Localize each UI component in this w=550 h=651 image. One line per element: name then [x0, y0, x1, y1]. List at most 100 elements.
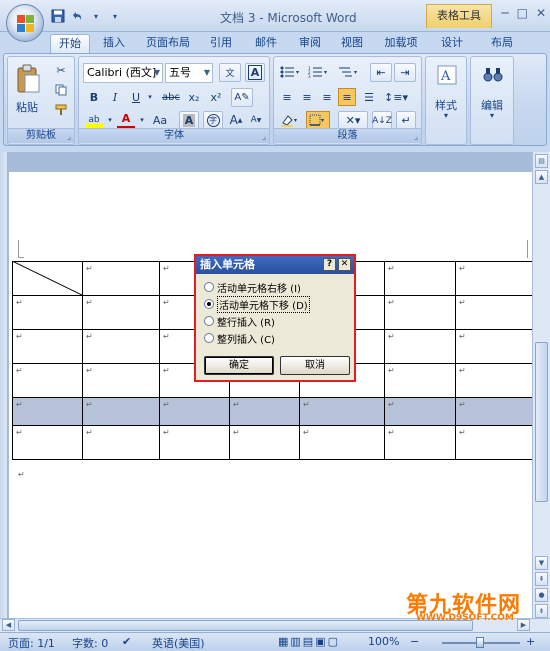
table-cell[interactable]: ↵ [384, 363, 456, 398]
customize-quick-access-icon[interactable]: ▾ [107, 8, 123, 24]
table-cell[interactable]: ↵ [82, 425, 160, 460]
browse-object-icon[interactable]: ● [535, 588, 548, 602]
scroll-up-icon[interactable]: ▲ [535, 170, 548, 184]
scroll-down-icon[interactable]: ▼ [535, 556, 548, 570]
table-cell[interactable]: ↵ [12, 397, 83, 426]
cancel-button[interactable]: 取消 [280, 356, 350, 375]
minimize-button[interactable]: ─ [501, 6, 508, 20]
undo-icon[interactable] [69, 8, 85, 24]
paragraph-launcher-icon[interactable]: ⌟ [414, 132, 418, 141]
table-cell[interactable]: ↵ [384, 425, 456, 460]
table-cell[interactable]: ↵ [229, 425, 300, 460]
page-count[interactable]: 页面: 1/1 [8, 635, 55, 651]
distributed-icon[interactable]: ☰ [360, 88, 378, 106]
table-cell[interactable]: ↵ [82, 397, 160, 426]
proofing-icon[interactable]: ✔ [122, 635, 131, 648]
table-cell[interactable]: ↵ [384, 295, 456, 330]
close-window-button[interactable]: ✕ [536, 6, 546, 20]
italic-button[interactable]: I [106, 88, 124, 106]
font-launcher-icon[interactable]: ⌟ [262, 132, 266, 141]
radio-entire-column[interactable] [204, 333, 214, 343]
maximize-button[interactable]: □ [517, 6, 528, 20]
table-cell[interactable]: ↵ [229, 397, 300, 426]
option-shift-down[interactable]: 活动单元格下移 (D) [204, 295, 310, 313]
grow-font-button[interactable]: A ▲ [227, 111, 245, 129]
table-cell[interactable]: ↵ [82, 329, 160, 364]
option-shift-right[interactable]: 活动单元格右移 (I) [204, 280, 301, 295]
editing-dropdown-icon[interactable]: ▾ [471, 111, 513, 120]
scroll-thumb[interactable] [535, 342, 548, 502]
table-cell[interactable]: ↵ [12, 329, 83, 364]
tab-review[interactable]: 审阅 [292, 34, 328, 54]
undo-dropdown-icon[interactable]: ▾ [88, 8, 104, 24]
table-cell[interactable]: ↵ [82, 363, 160, 398]
language-indicator[interactable]: 英语(美国) [152, 635, 205, 651]
strikethrough-button[interactable]: abc [159, 88, 183, 106]
multilevel-list-icon[interactable]: ▾ [336, 63, 362, 81]
font-name-combo[interactable]: Calibri (西文] ▼ [83, 63, 163, 83]
bold-button[interactable]: B [85, 88, 103, 106]
phonetic-guide-button[interactable]: 文 [219, 63, 241, 82]
table-cell[interactable]: ↵ [384, 329, 456, 364]
table-cell[interactable]: ↵ [82, 261, 160, 296]
tab-add-ins[interactable]: 加载项 [378, 34, 424, 54]
table-cell[interactable]: ↵ [12, 295, 83, 330]
dialog-close-button[interactable]: ✕ [338, 258, 351, 271]
table-cell[interactable] [12, 261, 83, 296]
zoom-in-button[interactable]: + [526, 635, 535, 648]
table-cell[interactable]: ↵ [299, 425, 385, 460]
decrease-indent-button[interactable]: ⇤ [370, 63, 392, 82]
table-cell[interactable]: ↵ [384, 397, 456, 426]
table-cell[interactable]: ↵ [82, 295, 160, 330]
find-binoculars-icon[interactable] [482, 63, 504, 87]
next-page-icon[interactable]: ⇟ [535, 604, 548, 618]
shrink-font-button[interactable]: A ▼ [247, 111, 265, 129]
clear-formatting-button[interactable]: A✎ [231, 88, 253, 107]
cut-icon[interactable]: ✂ [52, 61, 70, 79]
radio-entire-row[interactable] [204, 316, 214, 326]
copy-icon[interactable] [52, 81, 70, 99]
table-cell[interactable]: ↵ [455, 261, 533, 296]
scroll-right-icon[interactable]: ▶ [517, 619, 530, 631]
table-cell[interactable]: ↵ [159, 425, 230, 460]
numbering-icon[interactable]: 1 2 3 ▾ [306, 63, 332, 81]
tab-layout[interactable]: 布局 [484, 34, 520, 54]
tab-view[interactable]: 视图 [334, 34, 370, 54]
table-cell[interactable]: ↵ [12, 425, 83, 460]
table-cell[interactable]: ↵ [455, 329, 533, 364]
table-cell[interactable]: ↵ [455, 363, 533, 398]
tab-design[interactable]: 设计 [434, 34, 470, 54]
zoom-slider-knob[interactable] [476, 637, 484, 648]
office-button[interactable] [6, 4, 44, 42]
borders-icon[interactable]: ▾ [306, 111, 330, 129]
shading-icon[interactable]: ▾ [278, 111, 302, 129]
ruler-toggle-icon[interactable]: ▤ [535, 154, 548, 168]
line-spacing-icon[interactable]: ↕≡▾ [382, 88, 410, 106]
align-center-icon[interactable]: ≡ [298, 88, 316, 106]
horizontal-scroll-thumb[interactable] [18, 620, 473, 631]
paste-button-label[interactable]: 粘贴 [12, 99, 42, 115]
zoom-level[interactable]: 100% [368, 635, 399, 648]
font-size-combo[interactable]: 五号 ▼ [165, 63, 213, 83]
tab-home[interactable]: 开始 [50, 34, 90, 54]
increase-indent-button[interactable]: ⇥ [394, 63, 416, 82]
word-count[interactable]: 字数: 0 [72, 635, 108, 651]
subscript-button[interactable]: x₂ [185, 88, 203, 106]
underline-dropdown-icon[interactable]: ▾ [141, 88, 159, 106]
table-cell[interactable]: ↵ [455, 295, 533, 330]
zoom-out-button[interactable]: − [410, 635, 419, 648]
table-cell[interactable]: ↵ [455, 397, 533, 426]
table-cell[interactable]: ↵ [384, 261, 456, 296]
option-entire-column[interactable]: 整列插入 (C) [204, 331, 275, 346]
help-button[interactable]: ? [323, 258, 336, 271]
clipboard-launcher-icon[interactable]: ⌟ [67, 132, 71, 141]
radio-shift-down[interactable] [204, 299, 214, 309]
table-cell[interactable]: ↵ [159, 397, 230, 426]
tab-insert[interactable]: 插入 [96, 34, 132, 54]
view-buttons-icon[interactable]: ▦▥▤▣▢ [278, 635, 340, 648]
tab-mailings[interactable]: 邮件 [248, 34, 284, 54]
justify-icon[interactable]: ≡ [338, 88, 356, 106]
vertical-scrollbar[interactable]: ▤ ▲ ▼ ⇞ ● ⇟ [532, 152, 550, 618]
align-left-icon[interactable]: ≡ [278, 88, 296, 106]
styles-dropdown-icon[interactable]: ▾ [426, 111, 466, 120]
